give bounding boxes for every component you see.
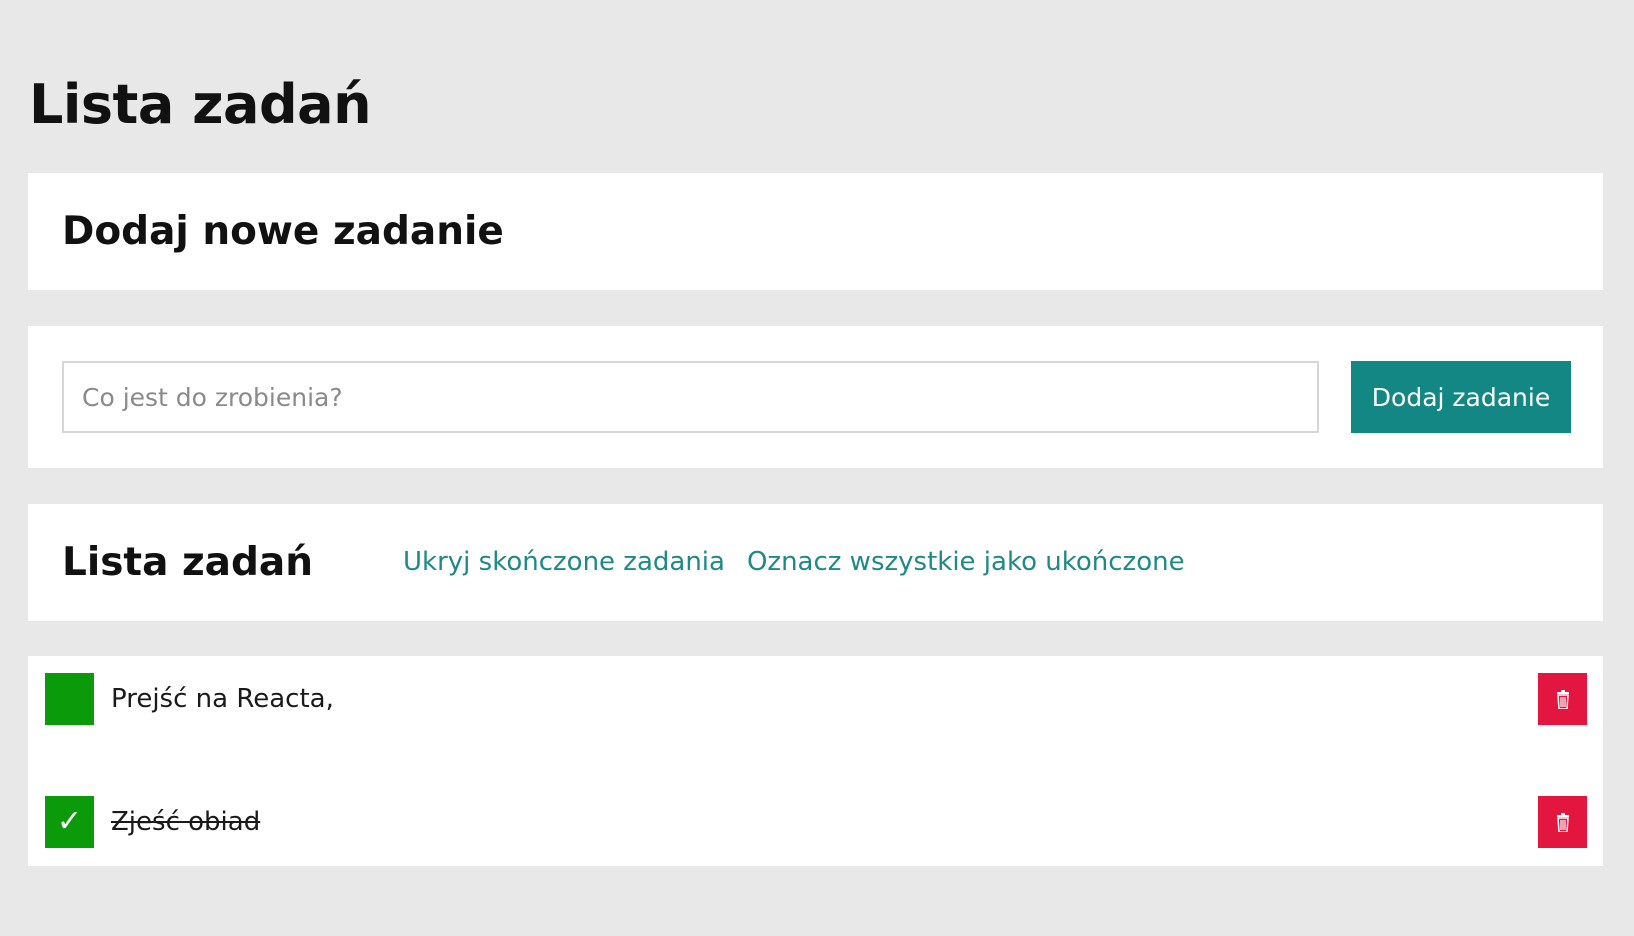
checkmark-icon: ✓: [56, 804, 83, 839]
task-text: Zjeść obiad: [111, 807, 261, 837]
delete-task-button[interactable]: [1538, 673, 1587, 725]
mark-all-complete-link[interactable]: Oznacz wszystkie jako ukończone: [747, 542, 1185, 582]
page-title: Lista zadań: [29, 73, 372, 136]
add-task-header-panel: Dodaj nowe zadanie: [28, 173, 1603, 290]
task-item: ✓ Zjeść obiad: [28, 796, 1603, 848]
add-task-form-panel: Dodaj zadanie: [28, 326, 1603, 468]
todo-app: Lista zadań Dodaj nowe zadanie Dodaj zad…: [0, 0, 1634, 936]
add-task-title: Dodaj nowe zadanie: [62, 209, 504, 254]
task-list-header-panel: Lista zadań Ukryj skończone zadania Ozna…: [28, 504, 1603, 621]
list-actions: Ukryj skończone zadania Oznacz wszystkie…: [403, 542, 1185, 582]
task-input[interactable]: [62, 361, 1319, 433]
task-checkbox[interactable]: [45, 673, 94, 725]
delete-task-button[interactable]: [1538, 796, 1587, 848]
trash-icon: [1556, 689, 1569, 709]
task-checkbox-checked[interactable]: ✓: [45, 796, 94, 848]
task-list-title: Lista zadań: [62, 540, 313, 585]
trash-icon: [1556, 812, 1569, 832]
hide-completed-link[interactable]: Ukryj skończone zadania: [403, 542, 725, 582]
task-item: Prejść na Reacta,: [28, 673, 1603, 725]
task-list: Prejść na Reacta, ✓ Zjeść obiad: [28, 656, 1603, 866]
add-task-button[interactable]: Dodaj zadanie: [1351, 361, 1571, 433]
task-text: Prejść na Reacta,: [111, 684, 334, 714]
